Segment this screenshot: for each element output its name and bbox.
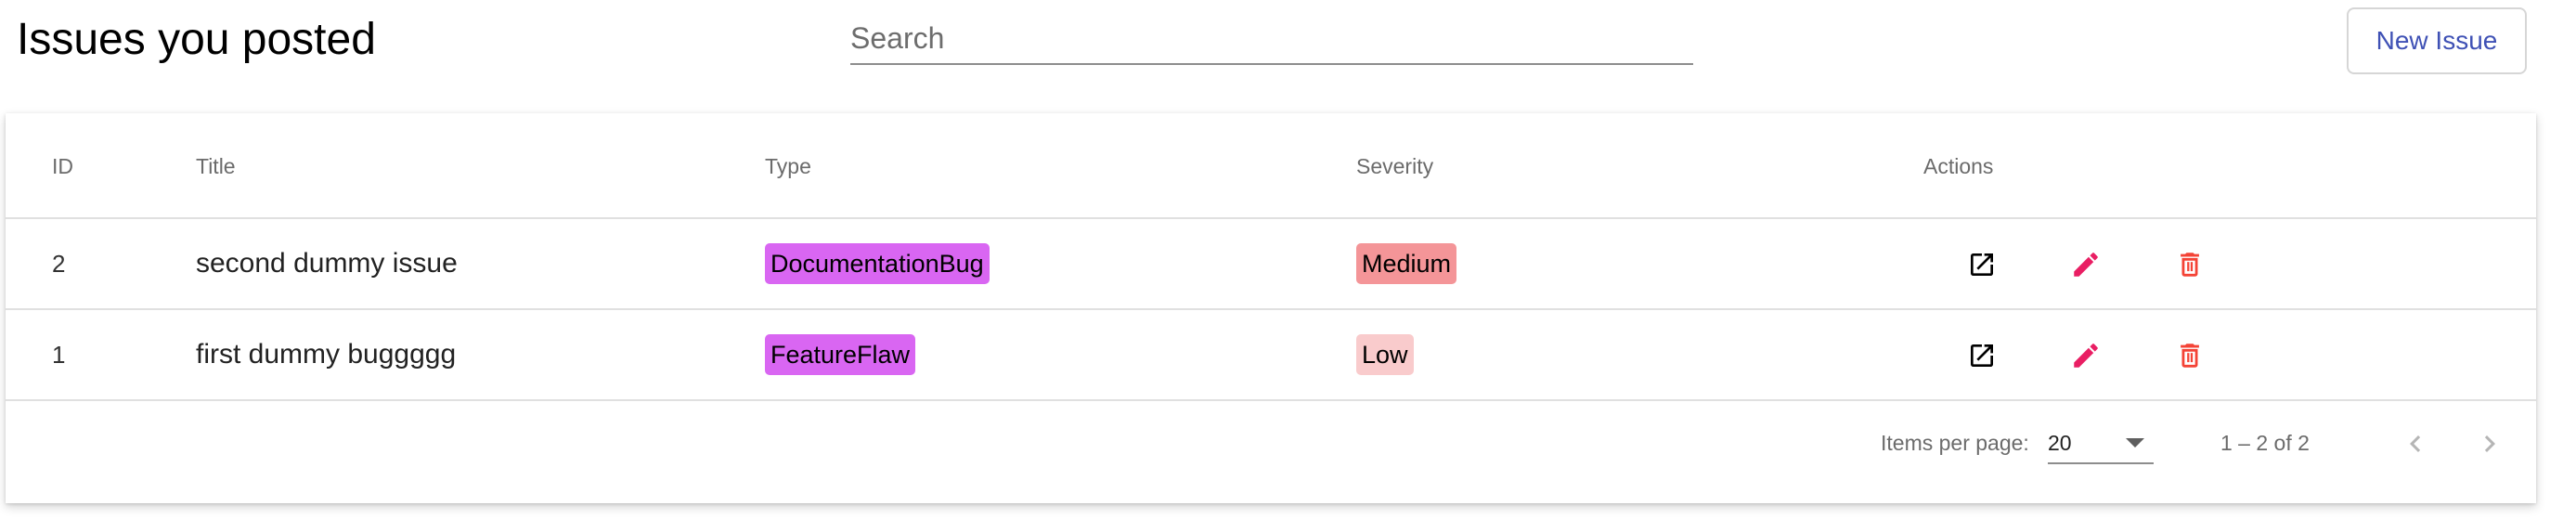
search-input[interactable] xyxy=(850,13,1693,63)
delete-trash-icon xyxy=(2181,344,2199,368)
edit-issue-button[interactable] xyxy=(2065,334,2107,377)
open-in-new-icon xyxy=(1971,344,1993,367)
table-header-row: ID Title Type Severity Actions xyxy=(6,113,2536,219)
type-badge: FeatureFlaw xyxy=(765,334,916,375)
column-header-severity[interactable]: Severity xyxy=(1356,154,1433,179)
chevron-right-icon xyxy=(2484,435,2495,452)
page-title: Issues you posted xyxy=(17,15,376,64)
new-issue-button[interactable]: New Issue xyxy=(2347,7,2527,74)
open-issue-button[interactable] xyxy=(1961,334,2003,377)
next-page-button[interactable] xyxy=(2464,418,2516,470)
page-size-value: 20 xyxy=(2048,431,2072,455)
issues-page: Issues you posted New Issue ID Title Typ… xyxy=(0,0,2576,532)
issue-title: second dummy issue xyxy=(196,248,458,279)
items-per-page-label: Items per page: xyxy=(1881,431,2029,455)
table-row: 1 first dummy buggggg FeatureFlaw Low xyxy=(6,310,2536,401)
previous-page-button[interactable] xyxy=(2389,418,2441,470)
delete-issue-button[interactable] xyxy=(2168,334,2211,377)
column-header-type[interactable]: Type xyxy=(765,154,811,179)
severity-badge: Medium xyxy=(1356,243,1457,284)
chevron-left-icon xyxy=(2410,435,2421,452)
delete-trash-icon xyxy=(2181,253,2199,277)
page-size-select[interactable]: 20 xyxy=(2048,422,2154,464)
type-badge: DocumentationBug xyxy=(765,243,990,284)
column-header-title[interactable]: Title xyxy=(196,154,236,179)
column-header-id[interactable]: ID xyxy=(52,154,73,179)
issues-table: ID Title Type Severity Actions 2 second … xyxy=(6,113,2536,503)
issue-id: 2 xyxy=(52,249,66,278)
delete-issue-button[interactable] xyxy=(2168,243,2211,286)
issue-id: 1 xyxy=(52,340,66,369)
open-issue-button[interactable] xyxy=(1961,243,2003,286)
issue-title: first dummy buggggg xyxy=(196,339,457,370)
edit-pencil-icon xyxy=(2074,253,2098,277)
page-range-label: 1 – 2 of 2 xyxy=(2220,431,2310,455)
paginator: Items per page: 20 1 – 2 of 2 xyxy=(6,401,2536,503)
edit-issue-button[interactable] xyxy=(2065,243,2107,286)
edit-pencil-icon xyxy=(2074,344,2098,368)
column-header-actions: Actions xyxy=(1923,154,1994,178)
severity-badge: Low xyxy=(1356,334,1414,375)
search-field xyxy=(850,13,1693,65)
open-in-new-icon xyxy=(1971,253,1993,276)
table-row: 2 second dummy issue DocumentationBug Me… xyxy=(6,219,2536,310)
dropdown-arrow-icon xyxy=(2126,438,2144,448)
